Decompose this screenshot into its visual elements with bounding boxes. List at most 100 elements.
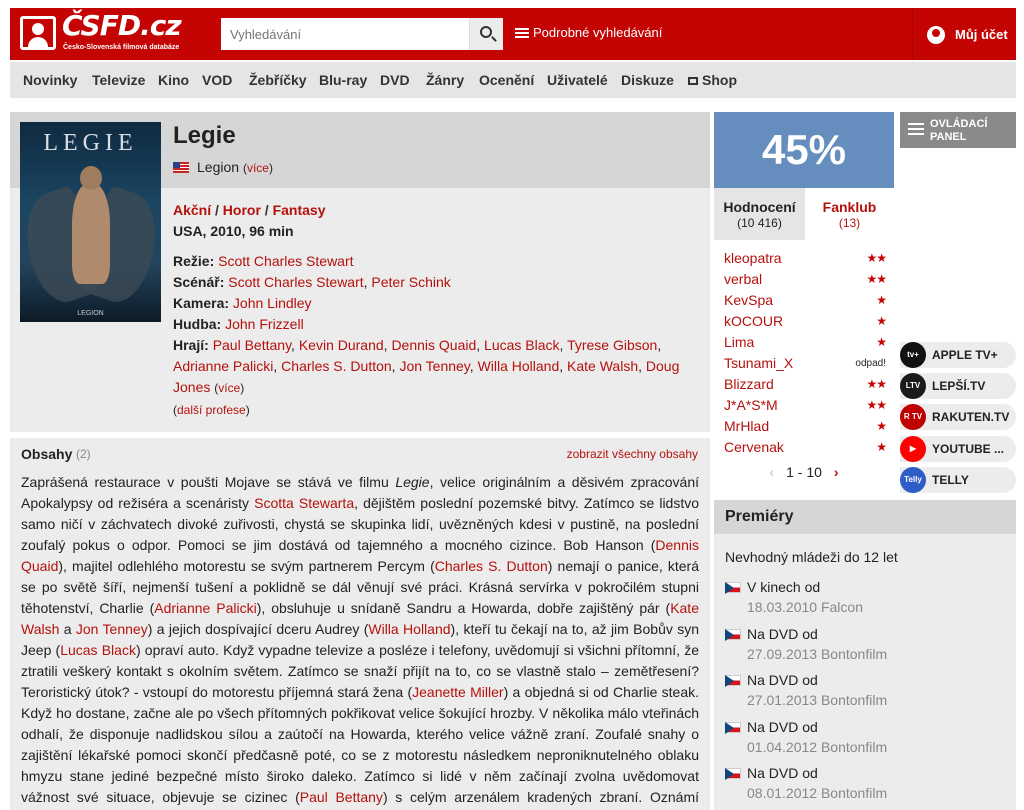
plot-person-link[interactable]: Jon Tenney bbox=[76, 621, 148, 637]
premieres-header: Premiéry bbox=[714, 500, 1016, 534]
nav-item-kino[interactable]: Kino bbox=[158, 72, 189, 88]
nav-item-oceneni[interactable]: Ocenění bbox=[479, 72, 534, 88]
menu-icon bbox=[908, 123, 924, 135]
more-professions: (další profese) bbox=[173, 403, 250, 417]
original-title-more-link[interactable]: více bbox=[247, 161, 269, 175]
genre-link[interactable]: Horor bbox=[223, 202, 261, 218]
control-panel-button[interactable]: OVLÁDACÍ PANEL bbox=[900, 112, 1016, 148]
pager-prev-icon[interactable]: ‹ bbox=[769, 464, 774, 480]
pager-next-icon[interactable]: › bbox=[834, 464, 839, 480]
person-link[interactable]: John Lindley bbox=[233, 295, 312, 311]
rater-row[interactable]: Tsunami_X odpad! bbox=[724, 353, 886, 374]
vod-item[interactable]: ▶ YOUTUBE ... bbox=[900, 436, 1016, 462]
plot-person-link[interactable]: Adrianne Palicki bbox=[154, 600, 256, 616]
nav-item-zanry[interactable]: Žánry bbox=[426, 72, 464, 88]
site-logo[interactable]: ČSFD.cz Česko-Slovenská filmová databáze bbox=[20, 9, 190, 54]
star-rating-icon: ★ bbox=[876, 335, 887, 349]
tab-fanclub[interactable]: Fanklub (13) bbox=[805, 188, 894, 240]
vod-label: APPLE TV+ bbox=[932, 348, 998, 362]
plot-person-link[interactable]: Paul Bettany bbox=[300, 789, 383, 805]
rater-row[interactable]: J*A*S*M ★★ bbox=[724, 395, 887, 416]
account-button[interactable]: Můj účet bbox=[912, 8, 1016, 60]
premieres-box: Premiéry Nevhodný mládeži do 12 let V ki… bbox=[714, 500, 1016, 810]
advanced-search-link[interactable]: Podrobné vyhledávání bbox=[515, 25, 662, 40]
vod-item[interactable]: Telly TELLY bbox=[900, 467, 1016, 493]
tab-fanclub-count: (13) bbox=[838, 216, 861, 230]
rater-name[interactable]: Lima bbox=[724, 334, 754, 350]
star-rating-icon: ★★ bbox=[866, 377, 886, 391]
vod-label: RAKUTEN.TV bbox=[932, 410, 1010, 424]
person-link[interactable]: Jon Tenney bbox=[399, 358, 469, 374]
nav-item-novinky[interactable]: Novinky bbox=[23, 72, 77, 88]
plot-person-link[interactable]: Dennis Quaid bbox=[21, 537, 699, 574]
search-input[interactable] bbox=[221, 18, 469, 50]
cast-more-link[interactable]: více bbox=[218, 381, 240, 395]
plot-person-link[interactable]: Willa Holland bbox=[368, 621, 450, 637]
nav-item-vod[interactable]: VOD bbox=[202, 72, 232, 88]
rater-name[interactable]: kOCOUR bbox=[724, 313, 783, 329]
vod-label: LEPŠÍ.TV bbox=[932, 379, 986, 393]
czech-flag-icon bbox=[725, 675, 741, 687]
poster-figure bbox=[72, 184, 110, 284]
vod-item[interactable]: LTV LEPŠÍ.TV bbox=[900, 373, 1016, 399]
tab-fanclub-label: Fanklub bbox=[822, 199, 877, 215]
nav-item-televize[interactable]: Televize bbox=[92, 72, 145, 88]
genre-link[interactable]: Akční bbox=[173, 202, 211, 218]
premiere-type: Na DVD od bbox=[747, 719, 818, 735]
rater-name[interactable]: MrHlad bbox=[724, 418, 769, 434]
rater-name[interactable]: verbal bbox=[724, 271, 762, 287]
person-link[interactable]: Kate Walsh bbox=[567, 358, 638, 374]
rater-row[interactable]: Blizzard ★★ bbox=[724, 374, 887, 395]
nav-item-uzivatele[interactable]: Uživatelé bbox=[547, 72, 608, 88]
person-link[interactable]: Paul Bettany bbox=[213, 337, 291, 353]
search-button[interactable] bbox=[469, 18, 503, 50]
rater-row[interactable]: verbal ★★ bbox=[724, 269, 887, 290]
rater-name[interactable]: Cervenak bbox=[724, 439, 784, 455]
plot-person-link[interactable]: Jeanette Miller bbox=[412, 684, 503, 700]
rater-row[interactable]: kOCOUR ★ bbox=[724, 311, 887, 332]
rater-name[interactable]: J*A*S*M bbox=[724, 397, 778, 413]
account-label: Můj účet bbox=[955, 27, 1008, 42]
vod-item[interactable]: R TV RAKUTEN.TV bbox=[900, 404, 1016, 430]
rating-percent: 45% bbox=[714, 112, 894, 188]
person-link[interactable]: Lucas Black bbox=[484, 337, 559, 353]
person-link[interactable]: Kevin Durand bbox=[299, 337, 384, 353]
genres: Akční / Horor / Fantasy bbox=[173, 202, 326, 218]
person-link[interactable]: Scott Charles Stewart bbox=[218, 253, 353, 269]
nav-item-diskuze[interactable]: Diskuze bbox=[621, 72, 674, 88]
nav-item-shop[interactable]: Shop bbox=[688, 72, 737, 88]
tab-ratings[interactable]: Hodnocení (10 416) bbox=[714, 188, 805, 240]
apple-tv-logo-icon: tv+ bbox=[900, 342, 926, 368]
rater-row[interactable]: KevSpa ★ bbox=[724, 290, 887, 311]
person-link[interactable]: Peter Schink bbox=[371, 274, 450, 290]
show-all-plots-link[interactable]: zobrazit všechny obsahy bbox=[567, 447, 698, 461]
person-link[interactable]: Scott Charles Stewart bbox=[228, 274, 363, 290]
person-link[interactable]: Tyrese Gibson bbox=[567, 337, 657, 353]
plot-person-link[interactable]: Lucas Black bbox=[60, 642, 136, 658]
nav-item-zebricky[interactable]: Žebříčky bbox=[249, 72, 307, 88]
plot-person-link[interactable]: Charles S. Dutton bbox=[435, 558, 548, 574]
rater-name[interactable]: Tsunami_X bbox=[724, 355, 793, 371]
rater-row[interactable]: kleopatra ★★ bbox=[724, 248, 887, 269]
more-professions-link[interactable]: další profese bbox=[177, 403, 246, 417]
nav-item-dvd[interactable]: DVD bbox=[380, 72, 410, 88]
telly-logo-icon: Telly bbox=[900, 467, 926, 493]
crew-label: Kamera: bbox=[173, 295, 230, 311]
rater-name[interactable]: kleopatra bbox=[724, 250, 782, 266]
rater-row[interactable]: MrHlad ★ bbox=[724, 416, 887, 437]
person-link[interactable]: Charles S. Dutton bbox=[281, 358, 392, 374]
rater-name[interactable]: KevSpa bbox=[724, 292, 773, 308]
plot-person-link[interactable]: Scotta Stewarta bbox=[254, 495, 354, 511]
rater-row[interactable]: Cervenak ★ bbox=[724, 437, 887, 458]
person-link[interactable]: Willa Holland bbox=[478, 358, 560, 374]
nav-item-bluray[interactable]: Blu-ray bbox=[319, 72, 367, 88]
rater-name[interactable]: Blizzard bbox=[724, 376, 774, 392]
genre-link[interactable]: Fantasy bbox=[273, 202, 326, 218]
rater-row[interactable]: Lima ★ bbox=[724, 332, 887, 353]
vod-item[interactable]: tv+ APPLE TV+ bbox=[900, 342, 1016, 368]
person-link[interactable]: Dennis Quaid bbox=[391, 337, 476, 353]
person-link[interactable]: John Frizzell bbox=[225, 316, 304, 332]
film-poster[interactable]: LEGIE LEGION bbox=[20, 122, 161, 322]
rakuten-tv-logo-icon: R TV bbox=[900, 404, 926, 430]
person-link[interactable]: Adrianne Palicki bbox=[173, 358, 273, 374]
